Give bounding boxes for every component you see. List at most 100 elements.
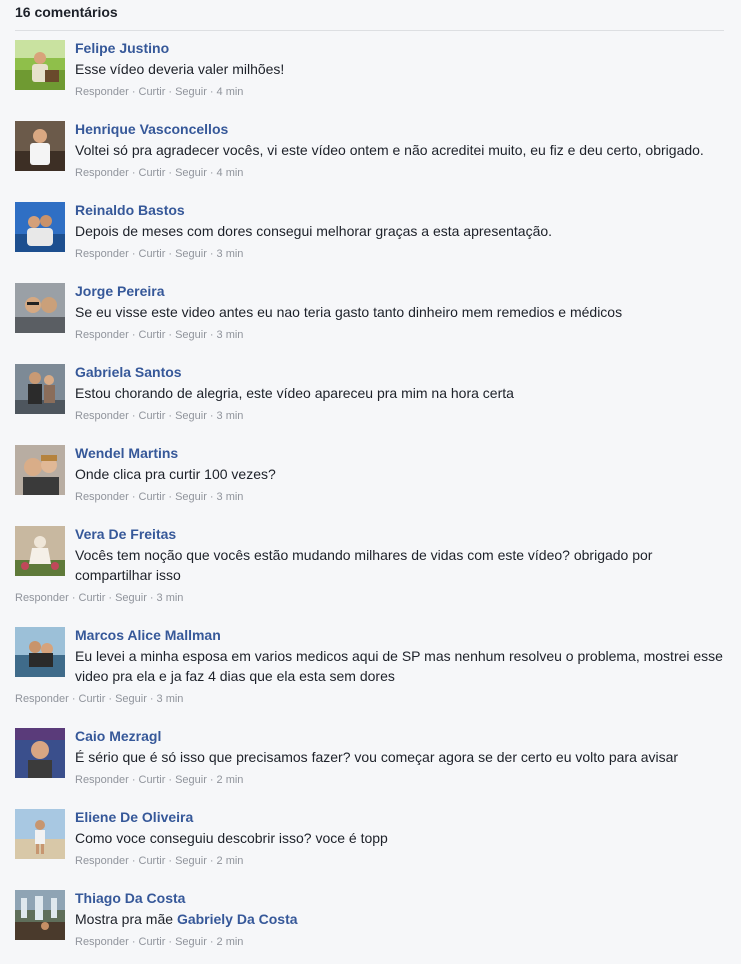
separator: · <box>209 936 214 948</box>
user-photo-icon <box>15 40 65 90</box>
reply-link[interactable]: Responder <box>15 693 69 705</box>
reply-link[interactable]: Responder <box>75 774 129 786</box>
separator: · <box>209 86 214 98</box>
like-link[interactable]: Curtir <box>139 491 166 503</box>
comment-author[interactable]: Vera De Freitas <box>75 525 176 543</box>
comment-author[interactable]: Marcos Alice Mallman <box>75 626 221 644</box>
reply-link[interactable]: Responder <box>75 167 129 179</box>
follow-link[interactable]: Seguir <box>175 167 207 179</box>
separator: · <box>209 248 214 260</box>
comment-author[interactable]: Caio Mezragl <box>75 727 161 745</box>
separator: · <box>131 936 136 948</box>
avatar[interactable] <box>15 890 65 940</box>
separator: · <box>209 491 214 503</box>
comment-author[interactable]: Wendel Martins <box>75 444 178 462</box>
like-link[interactable]: Curtir <box>139 936 166 948</box>
comment-author[interactable]: Henrique Vasconcellos <box>75 120 228 138</box>
like-link[interactable]: Curtir <box>139 410 166 422</box>
follow-link[interactable]: Seguir <box>175 329 207 341</box>
like-link[interactable]: Curtir <box>139 167 166 179</box>
comment-time: 4 min <box>216 167 244 179</box>
avatar[interactable] <box>15 728 65 778</box>
comment-author[interactable]: Reinaldo Bastos <box>75 201 185 219</box>
avatar[interactable] <box>15 121 65 171</box>
comment-text-body: Mostra pra mãe <box>75 911 177 927</box>
comment-actions: Responder · Curtir · Seguir · 3 min <box>75 409 243 423</box>
comment-time: 3 min <box>156 693 184 705</box>
reply-link[interactable]: Responder <box>75 86 129 98</box>
comment-text: Estou chorando de alegria, este vídeo ap… <box>75 385 514 401</box>
separator: · <box>209 329 214 341</box>
like-link[interactable]: Curtir <box>79 693 106 705</box>
like-link[interactable]: Curtir <box>139 329 166 341</box>
comment-actions: Responder · Curtir · Seguir · 4 min <box>75 166 243 180</box>
comment-actions: Responder · Curtir · Seguir · 3 min <box>15 692 183 706</box>
reply-link[interactable]: Responder <box>75 329 129 341</box>
separator: · <box>108 693 113 705</box>
avatar[interactable] <box>15 202 65 252</box>
comment-count: 16 comentários <box>15 4 118 20</box>
separator: · <box>71 592 76 604</box>
follow-link[interactable]: Seguir <box>175 855 207 867</box>
comment-text: É sério que é só isso que precisamos faz… <box>75 749 679 765</box>
separator: · <box>131 248 136 260</box>
comment-text: Esse vídeo deveria valer milhões! <box>75 61 285 77</box>
avatar[interactable] <box>15 364 65 414</box>
like-link[interactable]: Curtir <box>79 592 106 604</box>
separator: · <box>209 774 214 786</box>
comment-author[interactable]: Gabriela Santos <box>75 363 182 381</box>
follow-link[interactable]: Seguir <box>175 86 207 98</box>
mentioned-user-link[interactable]: Gabriely Da Costa <box>177 911 298 927</box>
comment-actions: Responder · Curtir · Seguir · 3 min <box>15 591 183 605</box>
follow-link[interactable]: Seguir <box>175 491 207 503</box>
comment-author[interactable]: Jorge Pereira <box>75 282 165 300</box>
user-photo-icon <box>15 809 65 859</box>
comment-text: Depois de meses com dores consegui melho… <box>75 223 553 239</box>
comment-time: 4 min <box>216 86 244 98</box>
comment-text: Vocês tem noção que vocês estão mudando … <box>75 547 653 583</box>
separator: · <box>71 693 76 705</box>
comment-author[interactable]: Felipe Justino <box>75 39 169 57</box>
reply-link[interactable]: Responder <box>75 248 129 260</box>
like-link[interactable]: Curtir <box>139 774 166 786</box>
reply-link[interactable]: Responder <box>75 410 129 422</box>
follow-link[interactable]: Seguir <box>115 592 147 604</box>
avatar[interactable] <box>15 809 65 859</box>
comment-time: 3 min <box>216 329 244 341</box>
comment-time: 2 min <box>216 936 244 948</box>
like-link[interactable]: Curtir <box>139 86 166 98</box>
separator: · <box>168 774 173 786</box>
comment-time: 2 min <box>216 774 244 786</box>
comment-time: 3 min <box>216 491 244 503</box>
user-photo-icon <box>15 627 65 677</box>
follow-link[interactable]: Seguir <box>115 693 147 705</box>
separator: · <box>168 410 173 422</box>
avatar[interactable] <box>15 526 65 576</box>
follow-link[interactable]: Seguir <box>175 774 207 786</box>
separator: · <box>149 592 154 604</box>
avatar[interactable] <box>15 40 65 90</box>
like-link[interactable]: Curtir <box>139 248 166 260</box>
avatar[interactable] <box>15 283 65 333</box>
like-link[interactable]: Curtir <box>139 855 166 867</box>
follow-link[interactable]: Seguir <box>175 410 207 422</box>
reply-link[interactable]: Responder <box>15 592 69 604</box>
comment-text: Voltei só pra agradecer vocês, vi este v… <box>75 142 704 158</box>
user-photo-icon <box>15 283 65 333</box>
comment-text: Como voce conseguiu descobrir isso? voce… <box>75 830 388 846</box>
follow-link[interactable]: Seguir <box>175 936 207 948</box>
comment-text: Onde clica pra curtir 100 vezes? <box>75 466 276 482</box>
follow-link[interactable]: Seguir <box>175 248 207 260</box>
comment-author[interactable]: Eliene De Oliveira <box>75 808 193 826</box>
avatar[interactable] <box>15 627 65 677</box>
comment-time: 3 min <box>156 592 184 604</box>
user-photo-icon <box>15 526 65 576</box>
comment-actions: Responder · Curtir · Seguir · 4 min <box>75 85 243 99</box>
reply-link[interactable]: Responder <box>75 491 129 503</box>
comment-author[interactable]: Thiago Da Costa <box>75 889 185 907</box>
comments-section: 16 comentários Felipe Justino Esse vídeo… <box>0 0 741 964</box>
reply-link[interactable]: Responder <box>75 855 129 867</box>
user-photo-icon <box>15 364 65 414</box>
reply-link[interactable]: Responder <box>75 936 129 948</box>
avatar[interactable] <box>15 445 65 495</box>
